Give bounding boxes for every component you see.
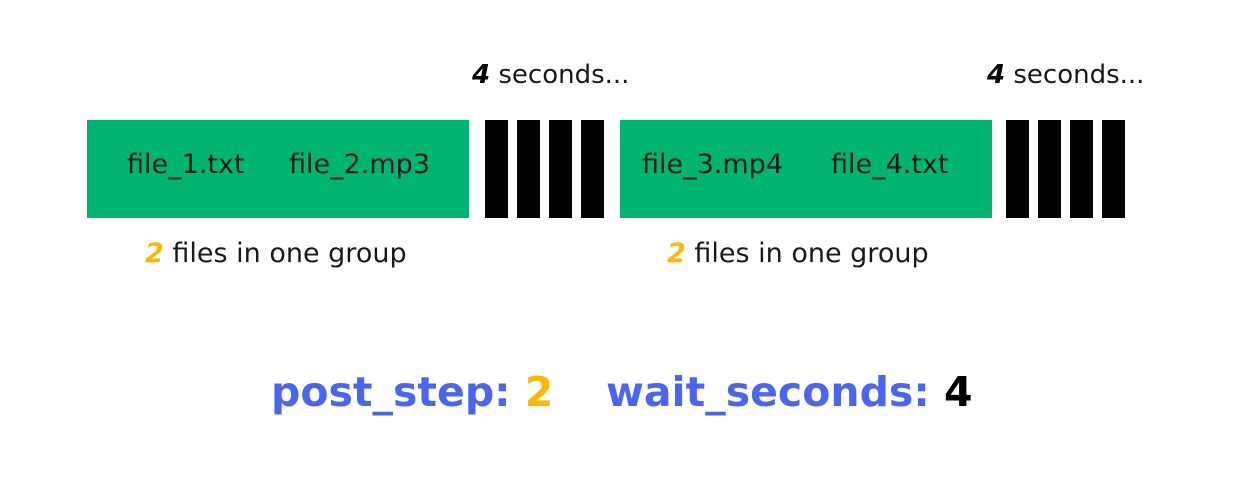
wait-bar	[1006, 120, 1029, 218]
wait-bar	[549, 120, 572, 218]
file-group-2: file_3.mp4 file_4.txt	[620, 120, 992, 218]
wait-bar	[1102, 120, 1125, 218]
post-step-value: 2	[524, 368, 554, 416]
params-line-2: wait_seconds: 4	[606, 368, 973, 416]
file-name: file_4.txt	[831, 149, 949, 180]
wait-bar	[1038, 120, 1061, 218]
file-name: file_1.txt	[127, 149, 245, 180]
post-step-label: post_step:	[271, 368, 511, 416]
wait-label-1: 4 seconds...	[472, 60, 629, 90]
caption-text: files in one group	[685, 238, 929, 269]
wait-seconds-number: 4	[987, 60, 1006, 90]
wait-label-2: 4 seconds...	[987, 60, 1144, 90]
params-line: post_step: 2	[271, 368, 553, 416]
file-group-1: file_1.txt file_2.mp3	[87, 120, 469, 218]
file-name: file_3.mp4	[642, 149, 783, 180]
wait-seconds-label: wait_seconds:	[606, 368, 930, 416]
wait-bar	[517, 120, 540, 218]
wait-bar	[581, 120, 604, 218]
wait-seconds-number: 4	[472, 60, 491, 90]
wait-seconds-text: seconds...	[490, 60, 630, 90]
caption-number: 2	[667, 238, 686, 269]
group-caption-2: 2 files in one group	[667, 238, 929, 269]
wait-bar	[485, 120, 508, 218]
file-name: file_2.mp3	[289, 149, 430, 180]
wait-bar	[1070, 120, 1093, 218]
wait-seconds-value: 4	[944, 368, 973, 416]
caption-text: files in one group	[163, 238, 407, 269]
group-caption-1: 2 files in one group	[145, 238, 407, 269]
caption-number: 2	[145, 238, 164, 269]
wait-seconds-text: seconds...	[1005, 60, 1145, 90]
